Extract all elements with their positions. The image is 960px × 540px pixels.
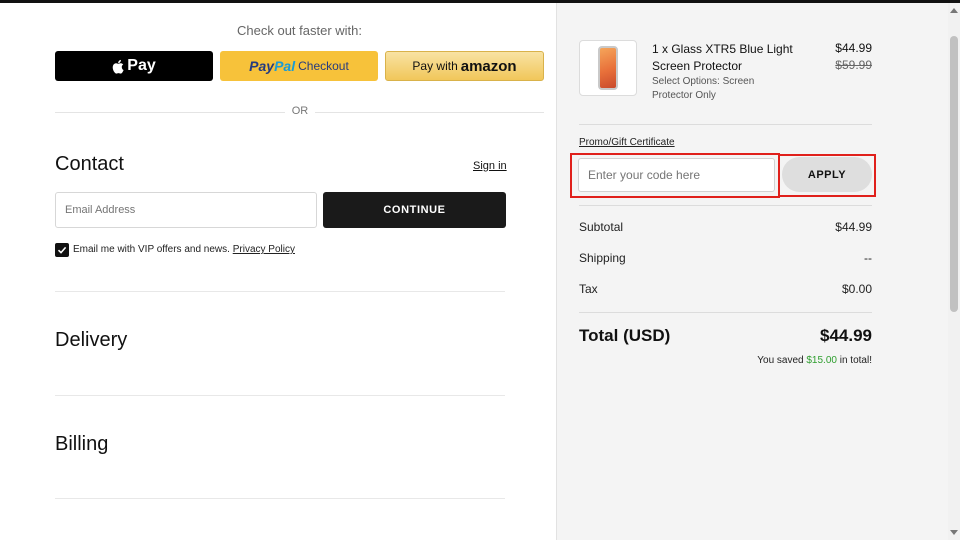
apple-pay-label: Pay: [127, 57, 156, 74]
shipping-label: Shipping: [579, 251, 626, 265]
product-price: $44.99: [835, 41, 872, 55]
product-name: 1 x Glass XTR5 Blue Light Screen Protect…: [652, 42, 793, 73]
subtotal-value: $44.99: [835, 220, 872, 234]
vip-offers-text: Email me with VIP offers and news.: [73, 244, 230, 255]
delivery-heading[interactable]: Delivery: [55, 329, 127, 352]
product-options: Select Options: Screen Protector Only: [652, 76, 755, 101]
email-field[interactable]: [55, 192, 317, 228]
privacy-policy-link[interactable]: Privacy Policy: [233, 244, 295, 255]
contact-heading: Contact: [55, 153, 124, 175]
apple-logo-icon: [112, 59, 124, 74]
total-label: Total (USD): [579, 326, 671, 345]
amazon-pay-button[interactable]: Pay with amazon: [385, 51, 544, 81]
checkmark-icon: [57, 246, 67, 254]
subtotal-label: Subtotal: [579, 220, 624, 234]
or-label: OR: [285, 105, 315, 117]
checkout-main-panel: [0, 3, 556, 540]
savings-amount: $15.00: [806, 355, 837, 366]
amazon-logo: amazon: [460, 57, 517, 75]
apple-pay-button[interactable]: Pay: [55, 51, 213, 81]
product-thumbnail: [579, 40, 637, 96]
billing-heading[interactable]: Billing: [55, 433, 108, 456]
promo-code-input[interactable]: [578, 158, 775, 192]
sign-in-link[interactable]: Sign in: [473, 160, 507, 172]
paypal-checkout-label: Checkout: [298, 59, 349, 73]
vip-offers-label: Email me with VIP offers and news. Priva…: [73, 244, 295, 255]
promo-gift-certificate-label[interactable]: Promo/Gift Certificate: [579, 137, 675, 148]
phone-image-icon: [598, 46, 618, 90]
savings-prefix: You saved: [757, 355, 804, 366]
paypal-checkout-button[interactable]: Pay Pal Checkout: [220, 51, 378, 81]
shipping-value: --: [864, 251, 872, 265]
paypal-logo-pay: Pay: [249, 58, 275, 74]
section-divider: [55, 498, 505, 499]
section-divider: [55, 395, 505, 396]
continue-button[interactable]: CONTINUE: [323, 192, 506, 228]
product-original-price: $59.99: [835, 58, 872, 72]
paypal-logo-pal: Pal: [274, 58, 296, 74]
scrollbar-thumb[interactable]: [950, 36, 958, 312]
tax-value: $0.00: [841, 282, 872, 296]
scroll-down-arrow-icon[interactable]: [950, 530, 958, 535]
savings-message: You saved $15.00 in total!: [700, 355, 872, 366]
amazon-pay-label: Pay with: [412, 59, 458, 73]
summary-divider: [579, 205, 872, 206]
scroll-up-arrow-icon[interactable]: [950, 8, 958, 13]
savings-suffix: in total!: [839, 355, 872, 366]
tax-label: Tax: [579, 282, 598, 296]
total-value: $44.99: [820, 326, 872, 345]
summary-divider: [579, 124, 872, 125]
apply-button[interactable]: APPLY: [782, 157, 872, 192]
vip-offers-checkbox[interactable]: [55, 243, 69, 257]
section-divider: [55, 291, 505, 292]
express-checkout-title: Check out faster with:: [237, 23, 362, 38]
summary-divider: [579, 312, 872, 313]
